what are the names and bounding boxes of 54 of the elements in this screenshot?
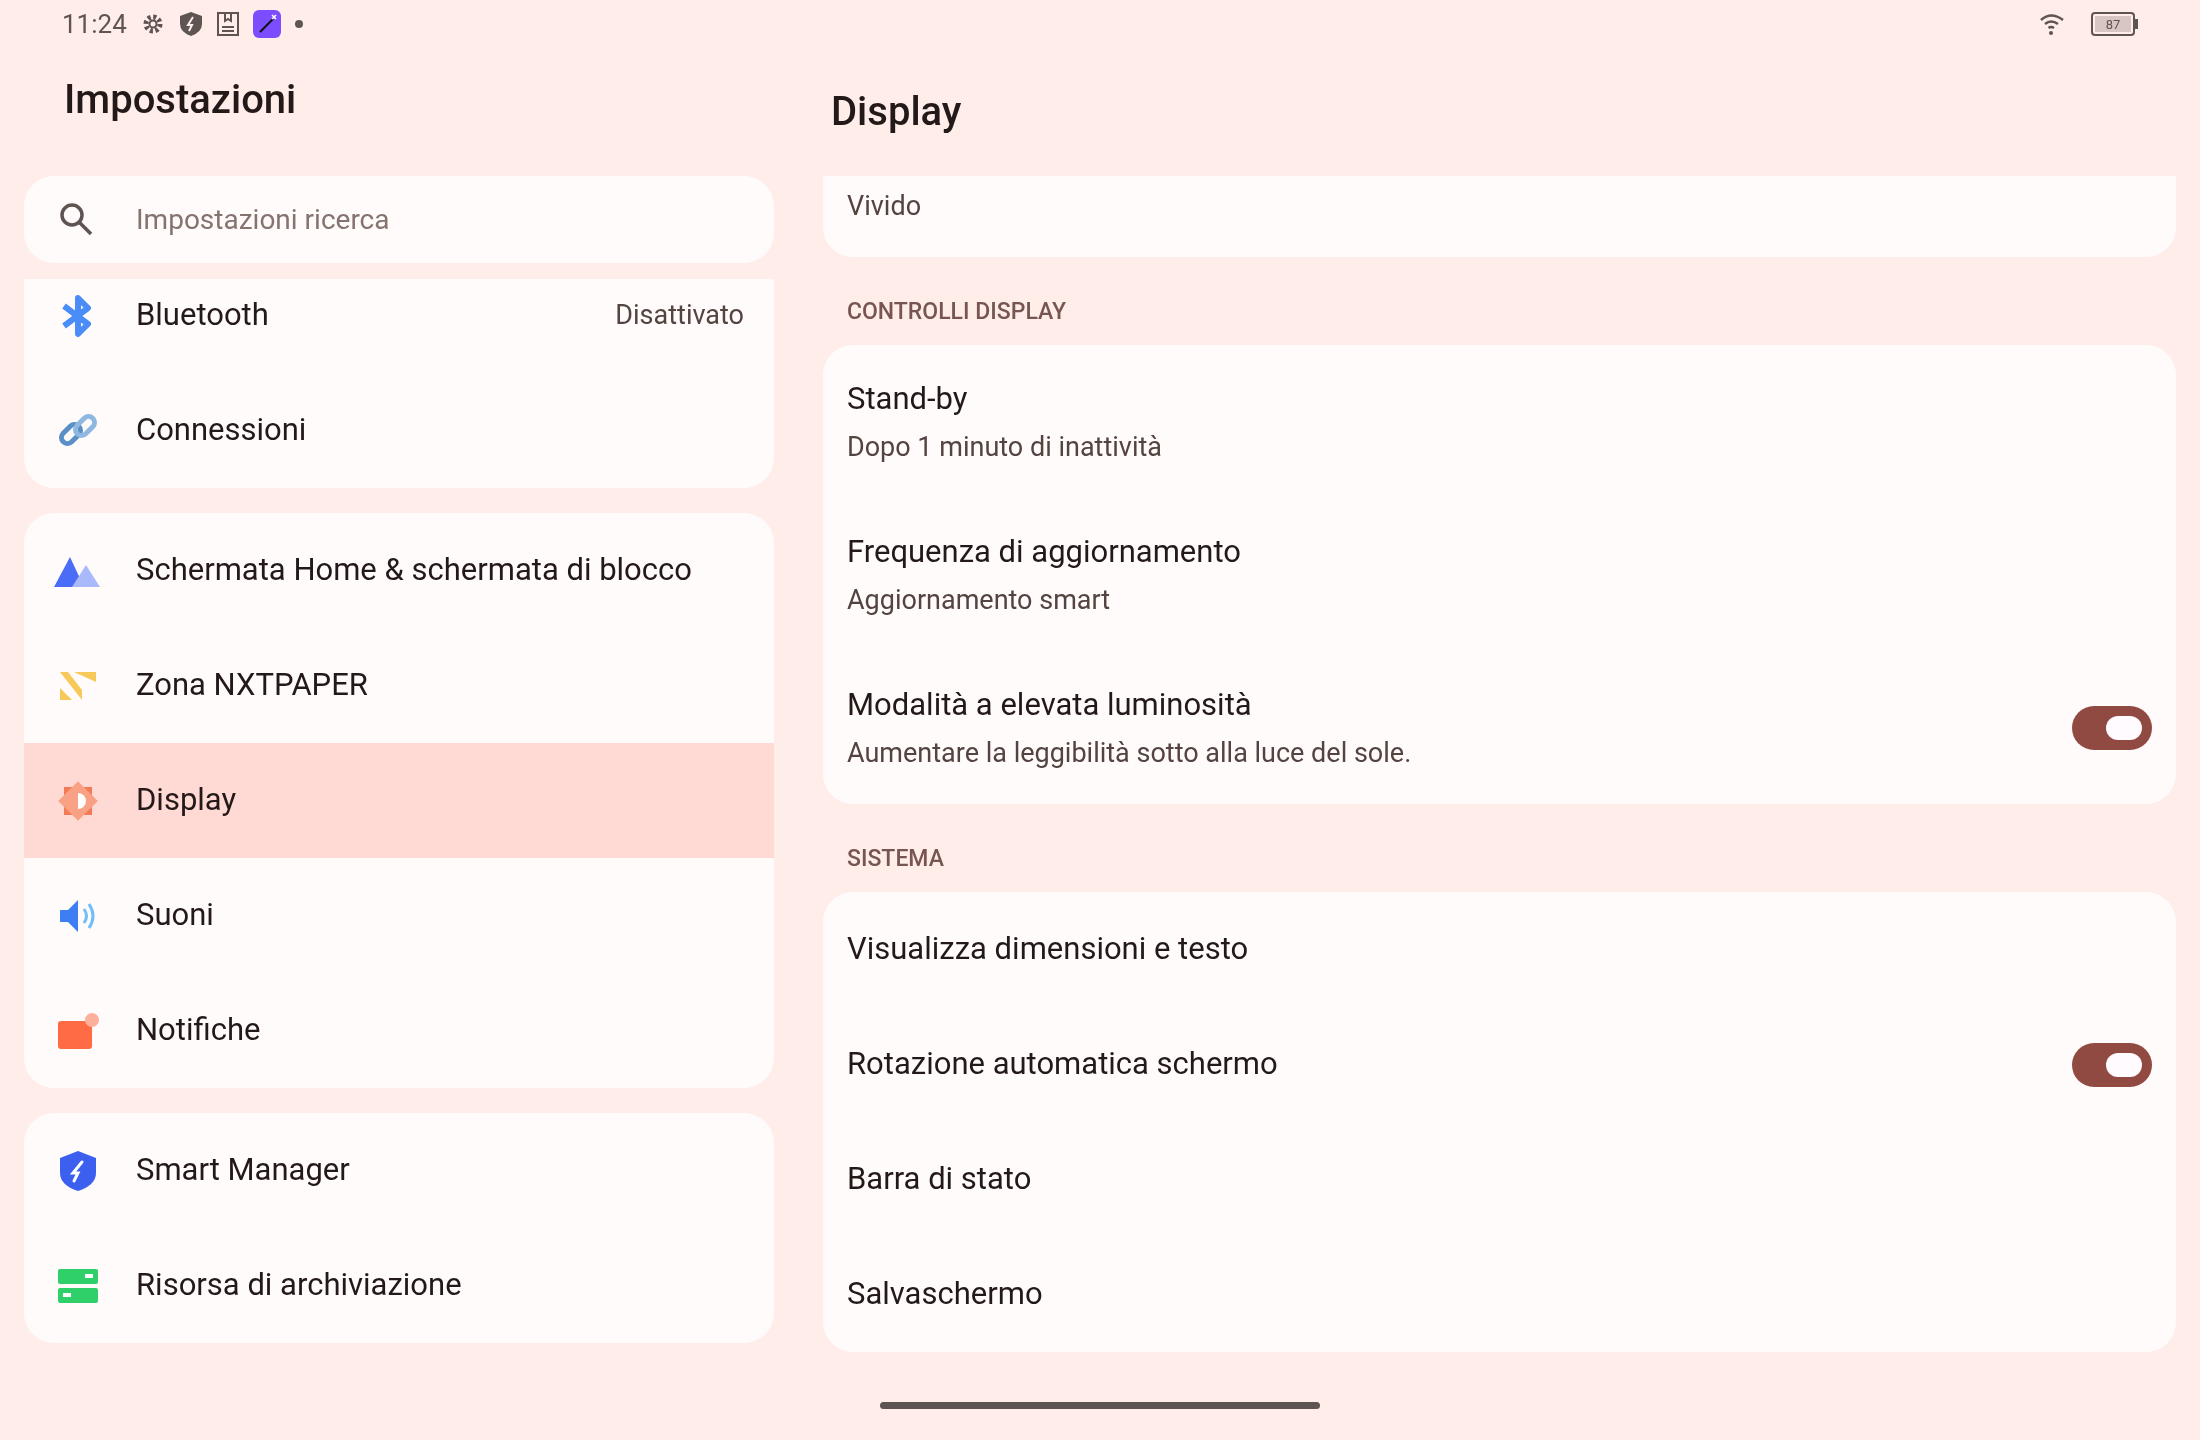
setting-row[interactable]: Salvaschermo xyxy=(823,1237,2176,1352)
setting-row[interactable]: Frequenza di aggiornamento Aggiornamento smart xyxy=(823,498,2176,651)
sidebar-item[interactable]: Display xyxy=(24,743,774,858)
setting-subtitle: Dopo 1 minuto di inattività xyxy=(847,429,1163,465)
sidebar-item[interactable]: Zona NXTPAPER xyxy=(24,628,774,743)
sidebar-item[interactable]: Suoni xyxy=(24,858,774,973)
search-field[interactable]: Impostazioni ricerca xyxy=(24,176,774,263)
setting-title: Stand-by xyxy=(847,379,969,419)
item-label: Schermata Home & schermata di blocco xyxy=(136,550,693,591)
item-value: Disattivato xyxy=(615,298,744,334)
page-title: Impostazioni xyxy=(63,75,298,125)
setting-row[interactable]: Visualizza dimensioni e testo xyxy=(823,892,2176,1007)
setting-title: Frequenza di aggiornamento xyxy=(847,532,1242,572)
setting-row[interactable]: Rotazione automatica schermo xyxy=(823,1007,2176,1122)
setting-subtitle: Aumentare la leggibilità sotto alla luce del sole. xyxy=(847,735,1413,771)
search-icon xyxy=(58,201,94,237)
item-label: Connessioni xyxy=(136,410,308,451)
setting-title: Modalità a elevata luminosità xyxy=(847,685,1253,725)
page-title: Display xyxy=(830,87,963,137)
sidebar-item[interactable]: Schermata Home & schermata di blocco xyxy=(24,513,774,628)
item-label: Bluetooth xyxy=(136,295,270,336)
setting-title: Visualizza dimensioni e testo xyxy=(847,929,1250,970)
toggle-switch[interactable] xyxy=(2072,1042,2152,1087)
sidebar-item[interactable]: Smart Manager xyxy=(24,1113,774,1228)
setting-value: Vivido xyxy=(847,189,922,224)
sidebar-item[interactable]: Bluetooth Disattivato xyxy=(24,279,774,373)
item-label: Notifiche xyxy=(136,1010,262,1051)
setting-row[interactable]: Barra di stato xyxy=(823,1122,2176,1237)
setting-row[interactable]: Modalità a elevata luminosità Aumentare la leggibilità sotto alla luce del sole. xyxy=(823,651,2176,804)
item-label: Risorsa di archiviazione xyxy=(136,1265,463,1306)
magic-wand-icon xyxy=(252,10,281,38)
setting-title: Salvaschermo xyxy=(847,1274,1044,1315)
battery-indicator: 87 xyxy=(2091,12,2138,36)
storage-icon xyxy=(57,1266,99,1305)
notification-dot-icon xyxy=(294,20,303,28)
item-label: Zona NXTPAPER xyxy=(136,665,369,706)
shield-icon xyxy=(58,1148,98,1193)
shield-icon xyxy=(178,11,203,37)
document-icon xyxy=(216,12,239,36)
setting-subtitle: Aggiornamento smart xyxy=(847,582,1112,618)
setting-title: Rotazione automatica schermo xyxy=(847,1044,1279,1085)
setting-row[interactable]: Stand-by Dopo 1 minuto di inattività xyxy=(823,345,2176,498)
sidebar-item[interactable]: Risorsa di archiviazione xyxy=(24,1228,774,1343)
setting-title: Barra di stato xyxy=(847,1159,1033,1200)
toggle-switch[interactable] xyxy=(2072,705,2152,750)
item-label: Smart Manager xyxy=(136,1150,351,1191)
sidebar-item[interactable]: Notifiche xyxy=(24,973,774,1088)
notification-icon xyxy=(56,1010,100,1051)
item-label: Suoni xyxy=(136,895,215,936)
item-label: Display xyxy=(136,780,238,821)
sidebar-item[interactable]: Connessioni xyxy=(24,373,774,488)
section-header: SISTEMA xyxy=(846,843,945,874)
section-header: CONTROLLI DISPLAY xyxy=(846,296,1068,327)
clock-time: 11:24 xyxy=(62,7,127,41)
